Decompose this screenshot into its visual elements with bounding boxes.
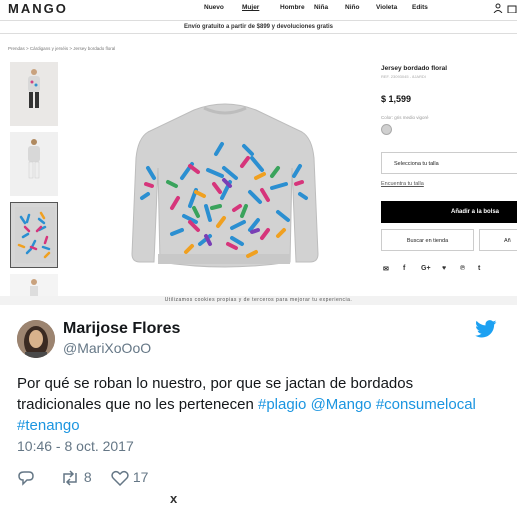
thumbnail-4[interactable] [10,274,58,296]
model-figure-image [28,69,40,108]
twitter-bird-icon[interactable] [475,320,497,338]
shipping-banner: Envío gratuito a partir de $899 y devolu… [0,20,517,34]
cookie-notice: Utilizamos cookies propias y de terceros… [0,296,517,305]
retweet-count: 8 [83,469,92,485]
nav-edits[interactable]: Edits [412,4,428,11]
size-guide-link[interactable]: Encuentra tu talla [381,181,424,187]
user-icon[interactable] [493,3,503,13]
nav-nina[interactable]: Niña [314,4,328,11]
heart-outline-icon [111,471,129,487]
nav-violeta[interactable]: Violeta [376,4,397,11]
like-count: 17 [132,469,149,485]
product-price: $ 1,599 [381,94,412,104]
tweet-author-handle[interactable]: @MariXoOoO [63,340,151,356]
breadcrumb[interactable]: Prendas > Cárdigans y jerséis > Jersey b… [8,46,115,51]
thumbnail-1[interactable] [10,62,58,126]
model-back-image [28,139,40,179]
close-mark[interactable]: x [170,491,177,506]
mango-product-screenshot: MANGO Nuevo Mujer Hombre Niña Niño Viole… [0,0,517,305]
thumbnail-2[interactable] [10,132,58,196]
model-figure-partial-image [30,279,38,296]
mention-mango[interactable]: @Mango [311,396,372,413]
email-icon[interactable]: ✉ [383,265,389,273]
embroidery-detail-image [15,207,55,263]
avatar[interactable] [17,320,55,358]
size-select[interactable]: Selecciona tu talla [381,152,517,174]
nav-hombre[interactable]: Hombre [280,4,305,11]
add-to-bag-button[interactable]: Añadir a la bolsa [381,201,517,223]
store-header: MANGO Nuevo Mujer Hombre Niña Niño Viole… [0,0,517,18]
tweet-text: Por qué se roban lo nuestro, por que se … [17,373,487,436]
reply-icon [18,471,34,487]
tweet-timestamp[interactable]: 10:46 - 8 oct. 2017 [17,438,134,454]
color-swatch[interactable] [381,124,392,135]
tweet-card: Marijose Flores @MariXoOoO Por qué se ro… [0,305,517,507]
retweet-button[interactable]: 8 [60,469,92,486]
mango-logo[interactable]: MANGO [8,1,68,16]
hashtag-consumelocal[interactable]: #consumelocal [376,396,476,413]
bag-icon[interactable] [507,3,517,13]
pinterest-icon[interactable]: ℗ [460,265,465,272]
facebook-icon[interactable]: f [403,265,405,272]
product-name: Jersey bordado floral [381,65,448,72]
hashtag-tenango[interactable]: #tenango [17,417,80,434]
product-ref: REF. 23093045 - 8JARDI [381,74,426,79]
nav-nuevo[interactable]: Nuevo [204,4,224,11]
tumblr-icon[interactable]: t [478,265,480,272]
heart-icon[interactable]: ♥ [442,265,446,272]
google-plus-icon[interactable]: G+ [421,265,431,272]
thumbnail-3-selected[interactable] [10,202,58,268]
product-main-image [112,58,338,298]
favorites-button[interactable]: Añ [479,229,517,251]
nav-nino[interactable]: Niño [345,4,359,11]
hashtag-plagio[interactable]: #plagio [258,396,306,413]
color-label: Color: gris medio vigoré [381,115,429,120]
retweet-icon [63,470,77,486]
tweet-author-name[interactable]: Marijose Flores [63,320,180,338]
avatar-photo [17,320,55,358]
reply-button[interactable] [17,469,35,487]
like-button[interactable]: 17 [111,469,149,487]
nav-mujer[interactable]: Mujer [242,4,259,11]
find-in-store-button[interactable]: Buscar en tienda [381,229,474,251]
